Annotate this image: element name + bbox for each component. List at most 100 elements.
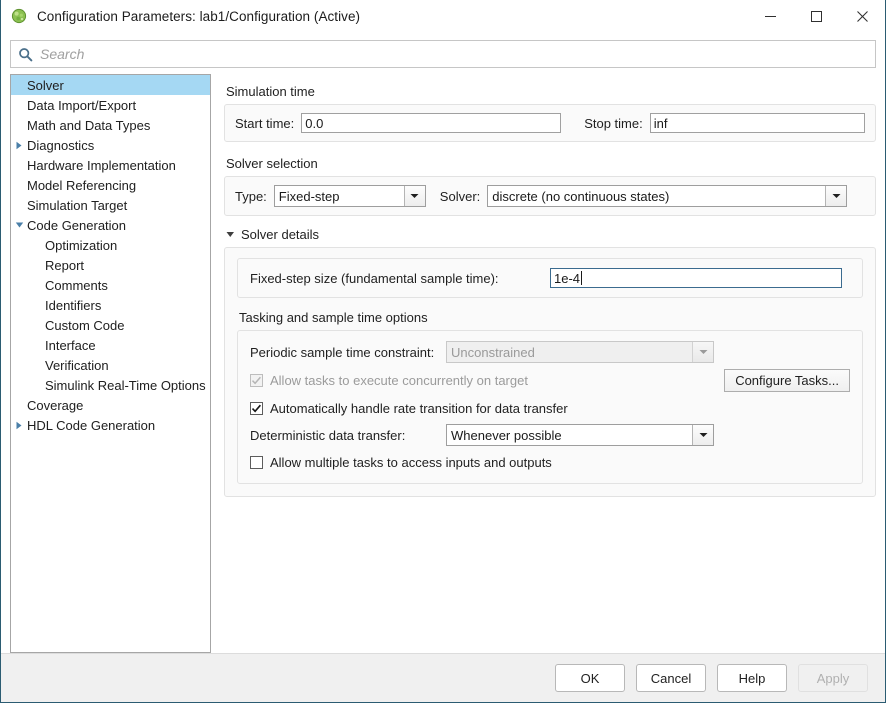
tree-item-model-referencing[interactable]: Model Referencing xyxy=(11,175,210,195)
simulation-time-heading: Simulation time xyxy=(226,84,315,99)
stop-time-value: inf xyxy=(653,115,668,131)
periodic-row: Periodic sample time constraint: Unconst… xyxy=(250,341,850,363)
tree-item-label: Code Generation xyxy=(27,217,127,233)
deterministic-row: Deterministic data transfer: Whenever po… xyxy=(250,424,850,446)
solver-details-heading: Solver details xyxy=(241,227,320,242)
fixed-step-label: Fixed-step size (fundamental sample time… xyxy=(250,270,499,286)
configure-tasks-button[interactable]: Configure Tasks... xyxy=(724,369,850,392)
tree-item-label: Custom Code xyxy=(45,317,125,333)
tree-item-coverage[interactable]: Coverage xyxy=(11,395,210,415)
body-split: Solver Data Import/Export Math and Data Ty… xyxy=(1,74,885,653)
tree-item-label: Hardware Implementation xyxy=(27,157,176,173)
tree-item-label: Diagnostics xyxy=(27,137,95,153)
solver-pane: Simulation time Start time: 0.0 Stop tim… xyxy=(224,74,876,653)
tree-item-solver[interactable]: Solver xyxy=(11,75,210,95)
help-button[interactable]: Help xyxy=(717,664,787,692)
tree-item-diagnostics[interactable]: Diagnostics xyxy=(11,135,210,155)
solver-combo[interactable]: discrete (no continuous states) xyxy=(487,185,848,207)
tree-item-label: Solver xyxy=(27,77,64,93)
dialog-footer: OK Cancel Help Apply xyxy=(1,653,885,702)
allow-concurrent-checkbox[interactable]: Allow tasks to execute concurrently on t… xyxy=(250,371,528,391)
deterministic-label: Deterministic data transfer: xyxy=(250,427,406,443)
maximize-button[interactable] xyxy=(793,0,839,32)
checkbox-box xyxy=(250,401,263,415)
configuration-parameters-window: Configuration Parameters: lab1/Configura… xyxy=(0,0,886,703)
chevron-down-icon xyxy=(692,425,713,445)
auto-rate-checkbox[interactable]: Automatically handle rate transition for… xyxy=(250,398,850,418)
chevron-down-icon xyxy=(825,186,847,206)
fixed-step-value: 1e-4 xyxy=(554,270,581,286)
tree-item-data-import-export[interactable]: Data Import/Export xyxy=(11,95,210,115)
deterministic-combo[interactable]: Whenever possible xyxy=(446,424,714,446)
tree-item-label: Report xyxy=(45,257,85,273)
tree-item-interface[interactable]: Interface xyxy=(11,335,210,355)
settings-tree[interactable]: Solver Data Import/Export Math and Data Ty… xyxy=(10,74,211,653)
ok-button[interactable]: OK xyxy=(555,664,625,692)
triangle-down-icon[interactable] xyxy=(11,221,27,229)
tree-item-comments[interactable]: Comments xyxy=(11,275,210,295)
multitask-checkbox[interactable]: Allow multiple tasks to access inputs an… xyxy=(250,452,850,472)
minimize-button[interactable] xyxy=(747,0,793,32)
stop-time-label: Stop time: xyxy=(584,115,643,131)
tree-item-label: HDL Code Generation xyxy=(27,417,156,433)
solver-label: Solver: xyxy=(439,188,481,204)
tree-item-custom-code[interactable]: Custom Code xyxy=(11,315,210,335)
checkbox-box xyxy=(250,455,263,469)
tree-item-hardware-implementation[interactable]: Hardware Implementation xyxy=(11,155,210,175)
periodic-value: Unconstrained xyxy=(451,344,535,360)
fixed-step-row: Fixed-step size (fundamental sample time… xyxy=(250,268,850,288)
solver-details-disclosure[interactable]: Solver details xyxy=(226,227,876,242)
solver-type-combo[interactable]: Fixed-step xyxy=(273,185,426,207)
tree-item-simulink-real-time-options[interactable]: Simulink Real-Time Options xyxy=(11,375,210,395)
cancel-button[interactable]: Cancel xyxy=(636,664,706,692)
window-controls xyxy=(747,0,885,32)
triangle-right-icon[interactable] xyxy=(11,141,27,150)
deterministic-value: Whenever possible xyxy=(451,427,562,443)
stop-time-input[interactable]: inf xyxy=(649,113,865,133)
tree-item-verification[interactable]: Verification xyxy=(11,355,210,375)
start-time-input[interactable]: 0.0 xyxy=(301,113,562,133)
periodic-label: Periodic sample time constraint: xyxy=(250,344,435,360)
tree-item-label: Coverage xyxy=(27,397,84,413)
tree-item-label: Interface xyxy=(45,337,96,353)
fixed-step-group: Fixed-step size (fundamental sample time… xyxy=(237,258,863,298)
start-time-label: Start time: xyxy=(235,115,295,131)
tree-item-math-and-data-types[interactable]: Math and Data Types xyxy=(11,115,210,135)
tree-item-simulation-target[interactable]: Simulation Target xyxy=(11,195,210,215)
periodic-combo[interactable]: Unconstrained xyxy=(446,341,714,363)
tree-item-label: Simulation Target xyxy=(27,197,128,213)
close-button[interactable] xyxy=(839,0,885,32)
tree-item-identifiers[interactable]: Identifiers xyxy=(11,295,210,315)
tree-item-code-generation[interactable]: Code Generation xyxy=(11,215,210,235)
search-placeholder: Search xyxy=(40,46,85,62)
solver-selection-row: Type: Fixed-step Solver: discrete (no co… xyxy=(235,185,865,207)
simulation-time-group: Start time: 0.0 Stop time: inf xyxy=(224,104,876,142)
title-bar: Configuration Parameters: lab1/Configura… xyxy=(1,0,885,33)
simulink-icon xyxy=(10,7,28,25)
tree-item-label: Model Referencing xyxy=(27,177,137,193)
start-time-value: 0.0 xyxy=(305,115,324,131)
triangle-right-icon[interactable] xyxy=(11,421,27,430)
solver-type-label: Type: xyxy=(235,188,267,204)
tree-item-label: Math and Data Types xyxy=(27,117,151,133)
tree-item-hdl-code-generation[interactable]: HDL Code Generation xyxy=(11,415,210,435)
search-input[interactable]: Search xyxy=(10,40,876,68)
tree-item-report[interactable]: Report xyxy=(11,255,210,275)
solver-details-group: Fixed-step size (fundamental sample time… xyxy=(224,247,876,497)
tree-item-label: Optimization xyxy=(45,237,118,253)
simulation-time-row: Start time: 0.0 Stop time: inf xyxy=(235,113,865,133)
solver-selection-heading: Solver selection xyxy=(226,156,318,171)
tree-item-label: Verification xyxy=(45,357,109,373)
tree-item-optimization[interactable]: Optimization xyxy=(11,235,210,255)
tree-item-label: Comments xyxy=(45,277,108,293)
multitask-label: Allow multiple tasks to access inputs an… xyxy=(270,454,552,470)
concurrent-row: Allow tasks to execute concurrently on t… xyxy=(250,369,850,392)
window-title: Configuration Parameters: lab1/Configura… xyxy=(37,8,361,24)
solver-selection-group: Type: Fixed-step Solver: discrete (no co… xyxy=(224,176,876,216)
solver-type-value: Fixed-step xyxy=(278,188,340,204)
tasking-group: Periodic sample time constraint: Unconst… xyxy=(237,330,863,484)
tree-item-label: Simulink Real-Time Options xyxy=(45,377,206,393)
chevron-down-icon xyxy=(692,342,713,362)
fixed-step-input[interactable]: 1e-4 xyxy=(550,268,842,288)
allow-concurrent-label: Allow tasks to execute concurrently on t… xyxy=(270,373,528,388)
